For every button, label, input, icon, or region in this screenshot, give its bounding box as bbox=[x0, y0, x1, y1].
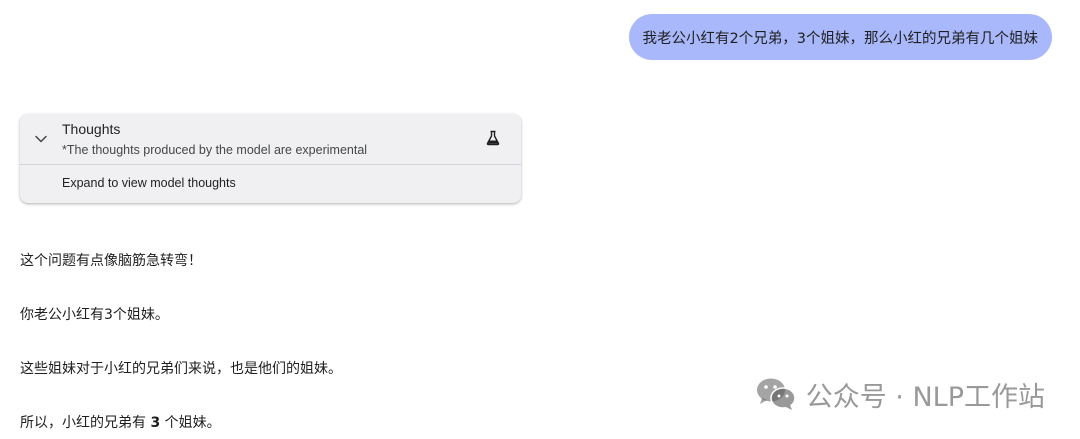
flask-icon bbox=[486, 130, 500, 146]
answer-conclusion-suffix: 个姐妹。 bbox=[160, 415, 221, 431]
answer-paragraph-2: 你老公小红有3个姐妹。 bbox=[20, 307, 169, 323]
thoughts-panel[interactable]: Thoughts *The thoughts produced by the m… bbox=[20, 114, 521, 203]
watermark-text: 公众号 · NLP工作站 bbox=[805, 381, 1045, 413]
answer-paragraph-1: 这个问题有点像脑筋急转弯！ bbox=[20, 253, 202, 269]
user-message-bubble: 我老公小红有2个兄弟，3个姐妹，那么小红的兄弟有几个姐妹 bbox=[628, 14, 1052, 60]
thoughts-header[interactable]: Thoughts *The thoughts produced by the m… bbox=[20, 114, 521, 165]
answer-paragraph-4: 所以，小红的兄弟有 3 个姐妹。 bbox=[20, 412, 221, 432]
chevron-down-icon[interactable] bbox=[35, 135, 47, 143]
wechat-icon bbox=[756, 378, 796, 410]
watermark: 公众号 · NLP工作站 bbox=[756, 374, 1045, 414]
answer-paragraph-3: 这些姐妹对于小红的兄弟们来说，也是他们的姐妹。 bbox=[20, 361, 342, 377]
expand-thoughts-link[interactable]: Expand to view model thoughts bbox=[62, 176, 236, 190]
thoughts-subtitle: *The thoughts produced by the model are … bbox=[62, 143, 368, 157]
thoughts-title: Thoughts bbox=[62, 121, 121, 137]
answer-conclusion-prefix: 所以，小红的兄弟有 bbox=[20, 415, 151, 431]
user-message-text: 我老公小红有2个兄弟，3个姐妹，那么小红的兄弟有几个姐妹 bbox=[642, 30, 1038, 47]
answer-sister-count: 3 bbox=[150, 415, 161, 431]
